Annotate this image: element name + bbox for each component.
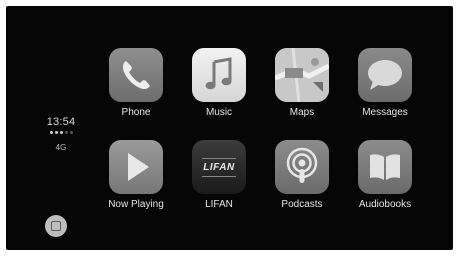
status-bar: 13:54 4G (42, 116, 80, 152)
play-icon (109, 140, 163, 194)
home-button[interactable] (45, 215, 67, 237)
app-label: Messages (362, 107, 408, 118)
speech-bubble-icon (358, 48, 412, 102)
home-icon (51, 221, 61, 231)
map-icon (275, 48, 329, 102)
app-label: Podcasts (281, 199, 323, 210)
app-now-playing[interactable]: Now Playing (94, 140, 178, 211)
app-messages[interactable]: Messages (343, 48, 427, 119)
app-label: Maps (289, 107, 315, 118)
lifan-logo-text: LIFAN (203, 162, 235, 173)
app-lifan[interactable]: LIFAN LIFAN (177, 140, 261, 211)
app-label: Music (205, 107, 233, 118)
phone-icon (109, 48, 163, 102)
app-audiobooks[interactable]: Audiobooks (343, 140, 427, 211)
app-podcasts[interactable]: Podcasts (260, 140, 344, 211)
signal-strength-icon (42, 131, 80, 134)
book-icon (358, 140, 412, 194)
app-maps[interactable]: Maps (260, 48, 344, 119)
app-phone[interactable]: Phone (94, 48, 178, 119)
network-type: 4G (55, 143, 67, 152)
app-music[interactable]: Music (177, 48, 261, 119)
music-note-icon (192, 48, 246, 102)
carplay-screen: 13:54 4G Phone Music Maps Messages Now P… (6, 6, 453, 250)
app-label: Audiobooks (358, 199, 412, 210)
app-label: LIFAN (205, 199, 233, 210)
app-label: Phone (121, 107, 151, 118)
lifan-logo-icon: LIFAN (192, 140, 246, 194)
app-label: Now Playing (108, 199, 164, 210)
clock: 13:54 (46, 116, 76, 128)
podcast-icon (275, 140, 329, 194)
